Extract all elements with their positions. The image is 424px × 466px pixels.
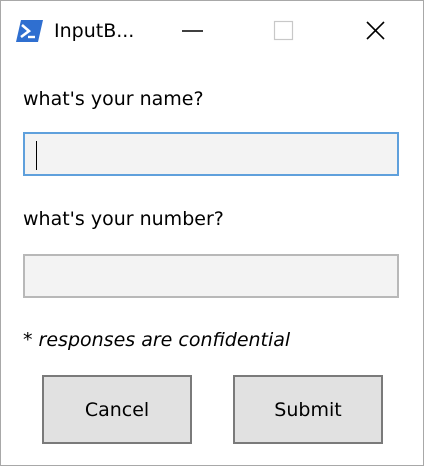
title-bar[interactable]: InputB... xyxy=(1,1,423,61)
name-input[interactable] xyxy=(23,132,399,176)
confidentiality-note: * responses are confidential xyxy=(23,329,291,351)
window-title: InputB... xyxy=(54,20,135,42)
cancel-button[interactable]: Cancel xyxy=(42,375,192,444)
maximize-button xyxy=(239,1,331,61)
number-label: what's your number? xyxy=(23,208,224,230)
powershell-icon xyxy=(16,19,43,43)
name-label: what's your name? xyxy=(23,88,204,110)
number-input[interactable] xyxy=(23,254,399,298)
input-box-window: InputB... what's your name? what's your … xyxy=(0,0,424,466)
text-caret xyxy=(36,141,37,170)
submit-button[interactable]: Submit xyxy=(233,375,383,444)
close-button[interactable] xyxy=(331,1,423,61)
minimize-button[interactable] xyxy=(147,1,239,61)
